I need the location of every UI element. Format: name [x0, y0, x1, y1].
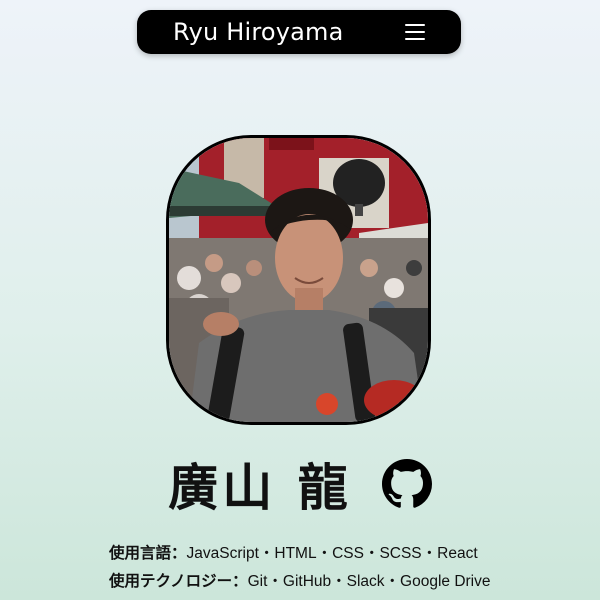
hamburger-menu-icon[interactable] — [405, 24, 425, 40]
tech-label: 使用テクノロジー： — [109, 573, 248, 590]
site-title[interactable]: Ryu Hiroyama — [173, 18, 344, 46]
tech-line: 使用テクノロジー：Git・GitHub・Slack・Google Drive — [109, 568, 579, 596]
name-row: 廣山 龍 — [0, 452, 600, 517]
languages-value: JavaScript・HTML・CSS・SCSS・React — [186, 545, 478, 562]
header-bar: Ryu Hiroyama — [137, 10, 461, 54]
profile-photo — [166, 135, 431, 425]
github-icon[interactable] — [381, 459, 432, 509]
skills-section: 使用言語：JavaScript・HTML・CSS・SCSS・React 使用テク… — [109, 540, 579, 596]
person-name: 廣山 龍 — [168, 459, 352, 517]
tech-value: Git・GitHub・Slack・Google Drive — [247, 573, 491, 590]
languages-label: 使用言語： — [109, 545, 187, 562]
languages-line: 使用言語：JavaScript・HTML・CSS・SCSS・React — [109, 540, 579, 568]
